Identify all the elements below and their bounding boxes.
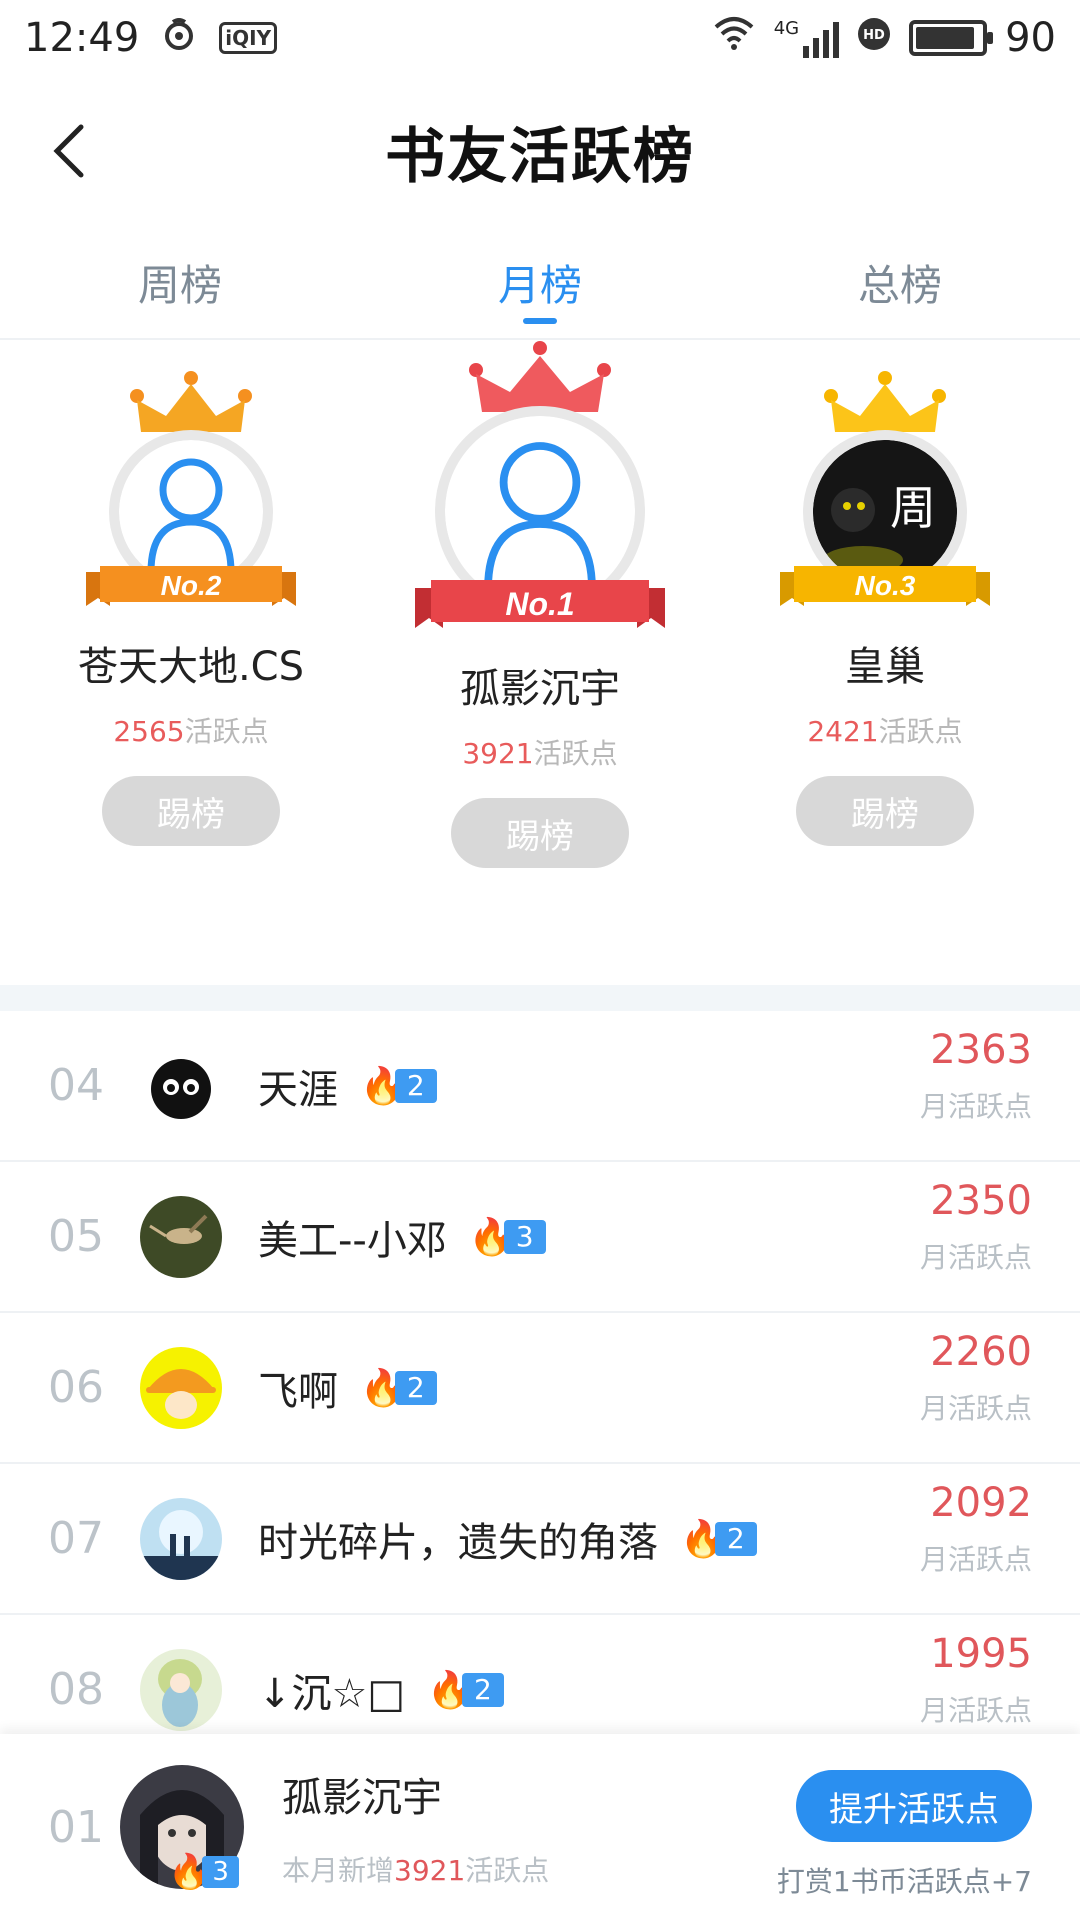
rank-ribbon: No.2 [86,562,296,610]
wifi-icon [712,15,756,61]
signal-icon: 4G [773,18,840,58]
back-button[interactable] [34,116,104,186]
score-unit: 月活跃点 [919,1543,1032,1576]
my-rank-bar: 01 🔥 3 孤影沉宇 本月新增3921活跃点 提升活跃点 打赏1书币活跃点+7 [0,1734,1080,1920]
rank-number: 05 [48,1211,104,1262]
user-name: 孤影沉宇 [282,1775,442,1821]
list-item[interactable]: 07 时光碎片，遗失的角落 🔥 2 2092 月活跃点 [0,1464,1080,1615]
score: 2092 [930,1480,1032,1526]
monthly-gain: 本月新增3921活跃点 [282,1854,550,1887]
kick-button[interactable]: 踢榜 [796,776,974,846]
kick-button[interactable]: 踢榜 [451,798,629,868]
rank-number: 07 [48,1513,104,1564]
level-badge: 🔥 2 [360,1066,437,1107]
ranking-list: 04 天涯 🔥 2 2363 月活跃点 05 美工--小邓 🔥 3 2350 月活跃… [0,1011,1080,1766]
default-user-icon [484,442,596,589]
level-badge: 🔥 2 [360,1368,437,1409]
podium-points: 2565活跃点 [113,715,269,748]
user-name: 美工--小邓 [258,1217,447,1264]
avatar-text: 周 [890,481,936,535]
tab-total[interactable]: 总榜 [720,226,1080,338]
tab-weekly[interactable]: 周榜 [0,226,360,338]
header: 书友活跃榜 [0,76,1080,226]
level-badge: 🔥 3 [469,1217,546,1258]
podium-second: No.2 苍天大地.CS 2565活跃点 踢榜 [60,370,322,846]
score-unit: 月活跃点 [919,1694,1032,1727]
rank-number: 01 [48,1801,104,1853]
status-time: 12:49 [24,15,140,61]
user-name: 天涯 [258,1066,338,1113]
user-name: 时光碎片，遗失的角落 [258,1519,658,1566]
page-title: 书友活跃榜 [385,121,695,192]
level-badge: 🔥 2 [427,1670,504,1711]
tab-monthly[interactable]: 月榜 [360,226,720,338]
podium-name: 孤影沉宇 [460,666,620,712]
podium-name: 苍天大地.CS [77,644,305,690]
podium-points: 2421活跃点 [807,715,963,748]
rank-number: 08 [48,1664,104,1715]
list-item[interactable]: 04 天涯 🔥 2 2363 月活跃点 [0,1011,1080,1162]
hd-icon: HD [857,15,891,61]
podium-third: 周 No.3 皇巢 2421活跃点 踢榜 [754,370,1016,846]
score: 1995 [930,1631,1032,1677]
battery-icon [909,20,994,56]
user-name: ↓沉☆□ [258,1670,406,1717]
avatar[interactable] [140,1648,222,1731]
avatar[interactable] [140,1497,222,1580]
rank-label: No.3 [854,570,916,601]
podium-points: 3921活跃点 [462,737,618,770]
level-badge: 🔥 3 [168,1852,239,1892]
score-unit: 月活跃点 [919,1090,1032,1123]
iqiyi-icon: iQIY [219,22,278,54]
rank-label: No.2 [160,570,222,601]
rank-number: 04 [48,1060,104,1111]
network-type-label: 4G [773,18,800,39]
avatar[interactable] [140,1346,222,1429]
level-badge: 🔥 2 [680,1519,757,1560]
section-divider [0,985,1080,1011]
rank-ribbon: No.1 [415,576,665,632]
boost-activity-button[interactable]: 提升活跃点 [796,1770,1032,1842]
chevron-left-icon [53,124,84,178]
avatar[interactable] [140,1044,222,1127]
list-item[interactable]: 06 飞啊 🔥 2 2260 月活跃点 [0,1313,1080,1464]
podium-name: 皇巢 [845,644,925,690]
rank-number: 06 [48,1362,104,1413]
kick-button[interactable]: 踢榜 [102,776,280,846]
rank-ribbon: No.3 [780,562,990,610]
netease-icon [161,16,197,61]
score-unit: 月活跃点 [919,1392,1032,1425]
default-user-icon [147,458,235,572]
rank-label: No.1 [505,585,575,622]
reward-hint: 打赏1书币活跃点+7 [776,1865,1032,1898]
podium-first: No.1 孤影沉宇 3921活跃点 踢榜 [404,340,676,868]
score-unit: 月活跃点 [919,1241,1032,1274]
tab-bar: 周榜 月榜 总榜 [0,226,1080,340]
score: 2260 [930,1329,1032,1375]
status-bar: 12:49 iQIY 4G HD 90 [0,0,1080,76]
podium: No.2 苍天大地.CS 2565活跃点 踢榜 No.1 孤影沉宇 3921活跃… [0,340,1080,985]
user-name: 飞啊 [258,1368,338,1415]
list-item[interactable]: 05 美工--小邓 🔥 3 2350 月活跃点 [0,1162,1080,1313]
score: 2350 [930,1178,1032,1224]
battery-level: 90 [1005,15,1056,61]
avatar[interactable] [140,1195,222,1278]
score: 2363 [930,1027,1032,1073]
svg-text:HD: HD [863,28,885,43]
